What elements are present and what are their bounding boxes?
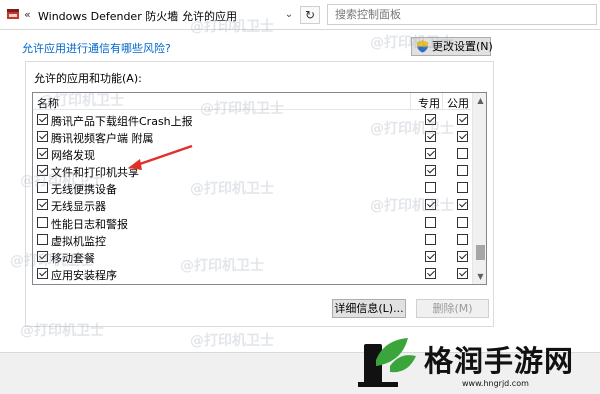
watermark-text: @打印机卫士 <box>180 258 264 274</box>
list-item[interactable]: 英特尔(R) 显卡控制中心 <box>33 282 471 285</box>
watermark-text: @打印机卫士 <box>20 173 104 189</box>
group-title: 允许的应用和功能(A): <box>34 72 142 85</box>
col-header-public[interactable]: 公用 <box>447 95 469 111</box>
scroll-up-icon[interactable]: ▲ <box>473 93 486 108</box>
breadcrumb-firewall[interactable]: Windows Defender 防火墙 <box>38 8 178 24</box>
refresh-button[interactable]: ↻ <box>300 6 320 24</box>
public-checkbox[interactable] <box>457 165 468 177</box>
public-checkbox[interactable] <box>457 267 468 279</box>
remove-button[interactable]: 删除(M) <box>416 299 489 318</box>
scroll-down-icon[interactable]: ▼ <box>473 269 486 284</box>
watermark-text: @打印机卫士 <box>190 19 274 35</box>
public-checkbox[interactable] <box>457 233 468 245</box>
brand-url: www.hngrjd.com <box>462 379 529 388</box>
watermark-text: @打印机卫士 <box>190 333 274 349</box>
public-checkbox[interactable] <box>457 114 468 125</box>
details-button[interactable]: 详细信息(L)... <box>332 299 406 318</box>
app-name: 腾讯产品下载组件Crash上报 <box>51 115 193 128</box>
enable-checkbox[interactable] <box>37 114 48 125</box>
annotation-arrow-icon <box>128 144 193 170</box>
enable-checkbox[interactable] <box>37 148 48 160</box>
public-checkbox[interactable] <box>457 148 468 160</box>
vertical-scrollbar[interactable]: ▲ ▼ <box>472 93 486 284</box>
watermark-text: @打印机卫士 <box>20 323 104 339</box>
watermark-text: @打印机卫士 <box>370 121 454 137</box>
private-checkbox[interactable] <box>425 182 436 194</box>
enable-checkbox[interactable] <box>37 216 48 228</box>
private-checkbox[interactable] <box>425 250 436 262</box>
brand-logo-icon <box>358 338 416 387</box>
watermark-text: @打印机卫士 <box>40 93 124 109</box>
app-name: 英特尔(R) 显卡控制中心 <box>51 284 170 285</box>
firewall-app-icon <box>7 9 19 19</box>
risk-info-link[interactable]: 允许应用进行通信有哪些风险? <box>22 40 171 56</box>
public-checkbox[interactable] <box>457 131 468 143</box>
private-checkbox[interactable] <box>425 148 436 160</box>
public-checkbox[interactable] <box>457 250 468 262</box>
watermark-text: @打印机卫士 <box>190 181 274 197</box>
watermark-text: @打印机卫士 <box>370 35 454 51</box>
back-chevrons[interactable]: « <box>24 8 31 21</box>
public-checkbox[interactable] <box>457 182 468 194</box>
app-name: 性能日志和警报 <box>51 217 128 231</box>
private-checkbox[interactable] <box>425 216 436 228</box>
col-header-private[interactable]: 专用 <box>418 95 440 111</box>
scroll-thumb[interactable] <box>476 245 485 260</box>
list-item[interactable]: 网络发现 <box>33 145 471 162</box>
brand-name: 格润手游网 <box>424 344 575 378</box>
list-item[interactable]: 性能日志和警报 <box>33 214 471 231</box>
private-checkbox[interactable] <box>425 267 436 279</box>
chevron-down-icon[interactable]: ⌄ <box>281 6 297 23</box>
private-checkbox[interactable] <box>425 165 436 177</box>
enable-checkbox[interactable] <box>37 131 48 143</box>
enable-checkbox[interactable] <box>37 199 48 211</box>
list-item[interactable]: 虚拟机监控 <box>33 231 471 248</box>
public-checkbox[interactable] <box>457 199 468 211</box>
app-name: 无线显示器 <box>51 200 106 214</box>
watermark-text: @打印机卫士 <box>10 253 94 269</box>
address-bar: « Windows Defender 防火墙 › 允许的应用 ⌄ ↻ 搜索控制面… <box>0 0 600 30</box>
brand-watermark: 格润手游网 www.hngrjd.com <box>350 334 600 394</box>
breadcrumb-separator: › <box>170 8 175 21</box>
app-name: 网络发现 <box>51 149 95 163</box>
watermark-text: @打印机卫士 <box>370 198 454 214</box>
app-name: 虚拟机监控 <box>51 234 106 248</box>
search-input[interactable]: 搜索控制面板 <box>327 4 597 25</box>
private-checkbox[interactable] <box>425 233 436 245</box>
public-checkbox[interactable] <box>457 216 468 228</box>
enable-checkbox[interactable] <box>37 233 48 245</box>
watermark-text: @打印机卫士 <box>200 101 284 117</box>
